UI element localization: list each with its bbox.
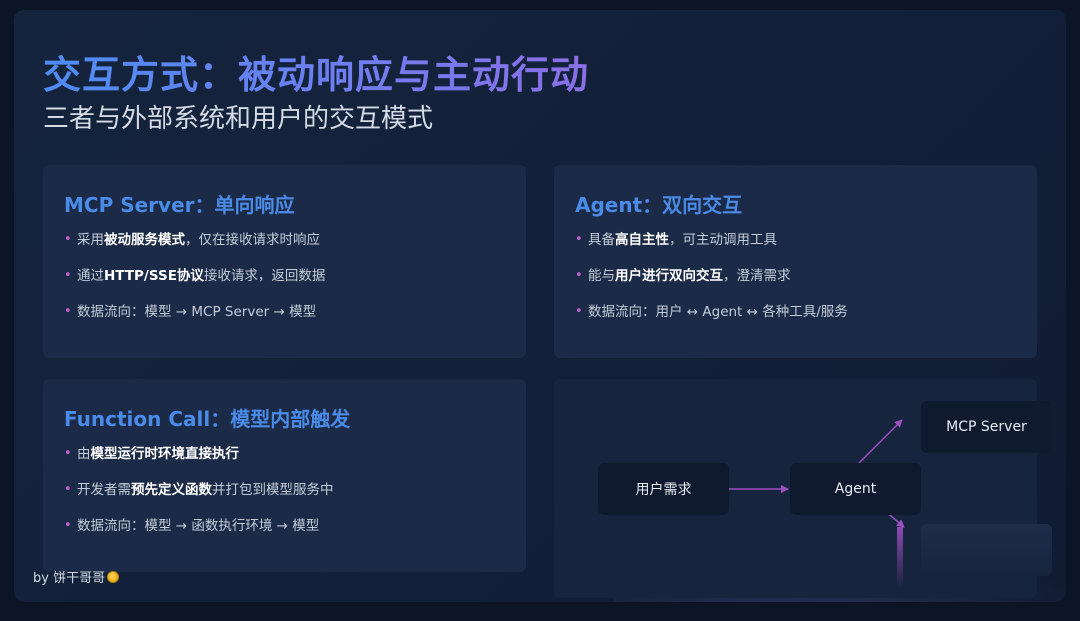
card-list: • 具备高自主性，可主动调用工具 • 能与用户进行双向交互，澄清需求 • 数据流向：用… <box>575 231 848 339</box>
list-item: • 数据流向：用户 ↔ Agent ↔ 各种工具/服务 <box>575 304 848 320</box>
list-item: • 通过HTTP/SSE协议接收请求，返回数据 <box>64 268 326 284</box>
card-heading: MCP Server：单向响应 <box>64 193 295 217</box>
page-subtitle: 三者与外部系统和用户的交互模式 <box>43 104 434 134</box>
page-title: 交互方式：被动响应与主动行动 <box>43 44 589 99</box>
bullet-icon: • <box>64 232 72 247</box>
bullet-icon: • <box>64 304 72 319</box>
list-item: • 数据流向：模型 → 函数执行环境 → 模型 <box>64 518 320 534</box>
node-agent: Agent <box>790 463 921 515</box>
list-item: • 数据流向：模型 → MCP Server → 模型 <box>64 304 317 320</box>
list-item: • 能与用户进行双向交互，澄清需求 <box>575 268 791 284</box>
card-agent: Agent：双向交互 • 具备高自主性，可主动调用工具 • 能与用户进行双向交互，澄… <box>554 165 1037 358</box>
bullet-icon: • <box>575 232 583 247</box>
author-credit: by 饼干哥哥 <box>33 567 120 586</box>
card-list: • 由模型运行时环境直接执行 • 开发者需预先定义函数并打包到模型服务中 • 数据流向… <box>64 445 334 553</box>
interaction-diagram: 用户需求 Agent MCP Server <box>554 379 1052 598</box>
list-item: • 由模型运行时环境直接执行 <box>64 446 239 462</box>
node-faded <box>921 524 1052 576</box>
bullet-icon: • <box>64 446 72 461</box>
arrow-agent-to-mcp <box>858 419 903 464</box>
list-item: • 开发者需预先定义函数并打包到模型服务中 <box>64 482 334 498</box>
node-user-need: 用户需求 <box>598 463 729 515</box>
bullet-icon: • <box>64 482 72 497</box>
card-mcp-server: MCP Server：单向响应 • 采用被动服务模式，仅在接收请求时响应 • 通过H… <box>43 165 526 358</box>
bullet-icon: • <box>64 518 72 533</box>
list-item: • 具备高自主性，可主动调用工具 <box>575 232 777 248</box>
card-list: • 采用被动服务模式，仅在接收请求时响应 • 通过HTTP/SSE协议接收请求，返回… <box>64 231 325 339</box>
bullet-icon: • <box>575 268 583 283</box>
list-item: • 采用被动服务模式，仅在接收请求时响应 <box>64 232 320 248</box>
cookie-icon <box>107 571 120 583</box>
card-function-call: Function Call：模型内部触发 • 由模型运行时环境直接执行 • 开发者需… <box>43 379 526 572</box>
node-mcp-server: MCP Server <box>921 401 1052 453</box>
bullet-icon: • <box>64 268 72 283</box>
card-heading: Agent：双向交互 <box>575 193 743 217</box>
bullet-icon: • <box>575 304 583 319</box>
arrow-glow <box>897 527 903 587</box>
card-heading: Function Call：模型内部触发 <box>64 407 351 431</box>
